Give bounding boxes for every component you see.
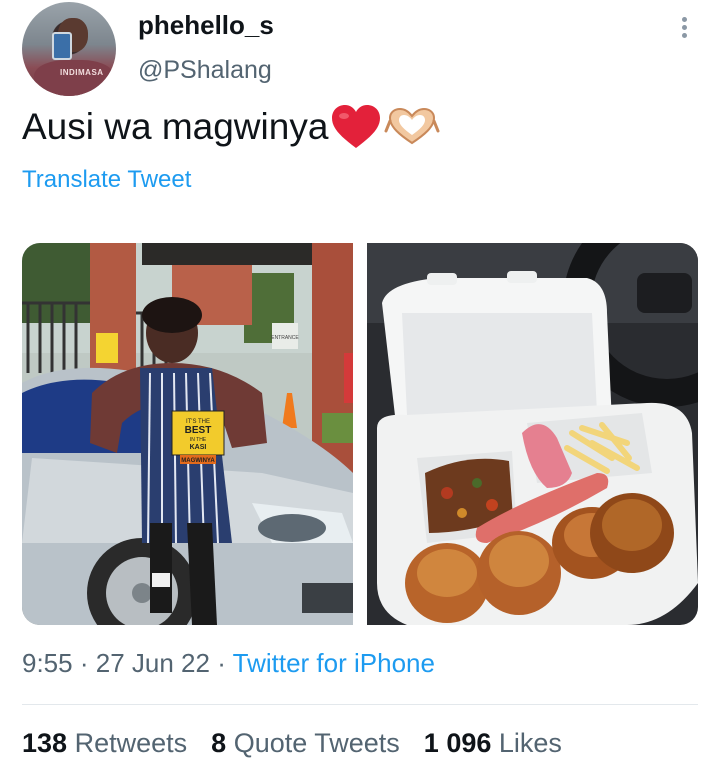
meta-separator: · [217,648,226,678]
retweets-count: 138 [22,728,68,758]
apron-line: BEST [185,425,212,436]
avatar-phone [52,32,72,60]
photo-food-container[interactable] [367,243,698,625]
likes-count: 1 096 [423,728,492,758]
display-name[interactable]: phehello_s [138,10,274,41]
heart-hands-icon [384,107,440,145]
photo-food-container-illustration [367,243,698,625]
translate-tweet-link[interactable]: Translate Tweet [22,166,191,194]
tweet-source-link[interactable]: Twitter for iPhone [233,648,435,678]
quote-tweets-count: 8 [211,728,227,758]
tweet-text: Ausi wa magwinya [22,104,440,150]
more-dot [681,25,687,30]
more-dot [681,33,687,38]
apron-line: IN THE [190,437,207,443]
user-handle[interactable]: @PShalang [138,56,272,85]
engagement-stats: 138 Retweets 8 Quote Tweets 1 096 Likes [22,728,562,759]
quote-tweets-label: Quote Tweets [233,728,400,758]
likes-stat[interactable]: 1 096 Likes [424,728,562,759]
likes-label: Likes [498,728,562,758]
tweet-metadata: 9:55 · 27 Jun 22 · Twitter for iPhone [22,648,435,679]
photo-woman-car[interactable]: IT'S THE BEST IN THE KASI MAGWINYA ENTRA… [22,243,353,625]
more-dot [681,17,687,22]
avatar-shirt-text: INDIMASA [60,68,104,77]
avatar[interactable]: INDIMASA [22,2,116,96]
more-options-icon[interactable] [672,14,696,44]
retweets-label: Retweets [74,728,188,758]
avatar-shirt [34,60,114,96]
tweet-text-content: Ausi wa magwinya [22,106,329,147]
tweet-date[interactable]: 27 Jun 22 [96,648,210,678]
apron-line: KASI [190,444,207,451]
divider [22,704,698,705]
tweet-time[interactable]: 9:55 [22,648,73,678]
meta-separator: · [79,648,89,678]
quote-tweets-stat[interactable]: 8 Quote Tweets [211,728,400,759]
red-heart-icon [332,105,381,148]
retweets-stat[interactable]: 138 Retweets [22,728,187,759]
sign-text: ENTRANCE [271,335,299,341]
apron-line: MAGWINYA [181,458,215,464]
photo-woman-car-illustration: IT'S THE BEST IN THE KASI MAGWINYA ENTRA… [22,243,353,625]
